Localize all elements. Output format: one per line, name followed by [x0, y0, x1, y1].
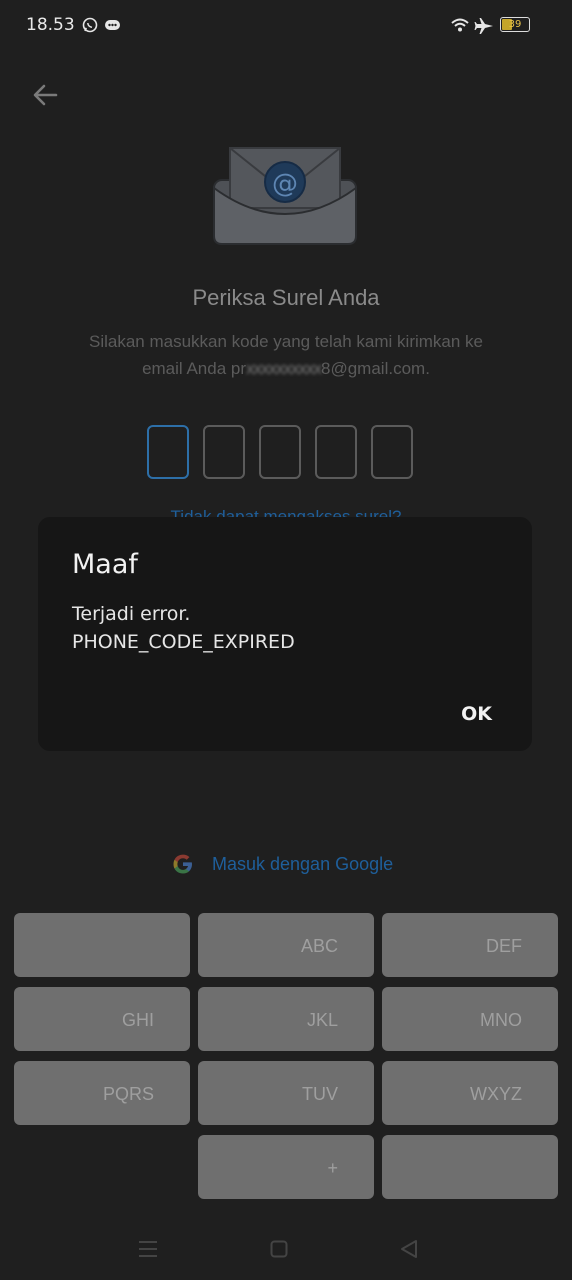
message-icon	[105, 20, 120, 30]
ok-button[interactable]: OK	[461, 703, 492, 725]
key-3[interactable]: DEF	[382, 913, 558, 977]
status-bar: 18.53 39	[0, 0, 572, 52]
key-backspace[interactable]	[382, 1135, 558, 1199]
subtitle-line2: email Anda prxxxxxxxxxx8@gmail.com.	[60, 355, 512, 382]
screen: 18.53 39 @ Periksa Surel Anda Silakan ma…	[0, 0, 572, 1280]
airplane-icon	[474, 18, 493, 34]
dialog-message: Terjadi error. PHONE_CODE_EXPIRED	[72, 600, 295, 656]
key-7[interactable]: PQRS	[14, 1061, 190, 1125]
google-signin-label: Masuk dengan Google	[212, 853, 394, 874]
whatsapp-icon	[82, 17, 98, 33]
code-input-4[interactable]	[315, 425, 357, 479]
mail-envelope-icon: @	[213, 147, 357, 245]
code-input-5[interactable]	[371, 425, 413, 479]
key-9[interactable]: WXYZ	[382, 1061, 558, 1125]
masked-email-part: xxxxxxxxxx	[246, 359, 322, 378]
system-nav-bar	[0, 1228, 572, 1272]
subtitle-suffix: 8@gmail.com.	[321, 359, 430, 378]
subtitle-line1: Silakan masukkan kode yang telah kami ki…	[88, 332, 484, 351]
wifi-icon	[451, 18, 469, 32]
home-icon[interactable]	[270, 1240, 288, 1258]
key-8[interactable]: TUV	[198, 1061, 374, 1125]
dialog-title: Maaf	[72, 549, 138, 580]
arrow-left-icon[interactable]	[28, 78, 62, 112]
page-title: Periksa Surel Anda	[192, 285, 380, 310]
back-triangle-icon[interactable]	[400, 1239, 418, 1259]
key-5[interactable]: JKL	[198, 987, 374, 1051]
key-6[interactable]: MNO	[382, 987, 558, 1051]
google-signin-button[interactable]: Masuk dengan Google	[170, 848, 393, 880]
status-time: 18.53	[26, 15, 75, 35]
error-dialog: Maaf Terjadi error. PHONE_CODE_EXPIRED O…	[38, 517, 532, 751]
dialog-message-line2: PHONE_CODE_EXPIRED	[72, 631, 295, 653]
page-subtitle: Silakan masukkan kode yang telah kami ki…	[60, 328, 512, 382]
key-4[interactable]: GHI	[14, 987, 190, 1051]
google-icon	[173, 854, 192, 874]
battery-level: 39	[508, 19, 522, 30]
battery-icon: 39	[500, 17, 530, 32]
code-input-group	[147, 425, 413, 479]
dialog-message-line1: Terjadi error.	[72, 603, 191, 625]
key-1[interactable]	[14, 913, 190, 977]
code-input-1[interactable]	[147, 425, 189, 479]
key-0[interactable]: +	[198, 1135, 374, 1199]
svg-text:@: @	[272, 169, 298, 199]
code-input-2[interactable]	[203, 425, 245, 479]
code-input-3[interactable]	[259, 425, 301, 479]
key-2[interactable]: ABC	[198, 913, 374, 977]
subtitle-prefix: email Anda pr	[142, 359, 247, 378]
menu-icon[interactable]	[138, 1240, 158, 1258]
